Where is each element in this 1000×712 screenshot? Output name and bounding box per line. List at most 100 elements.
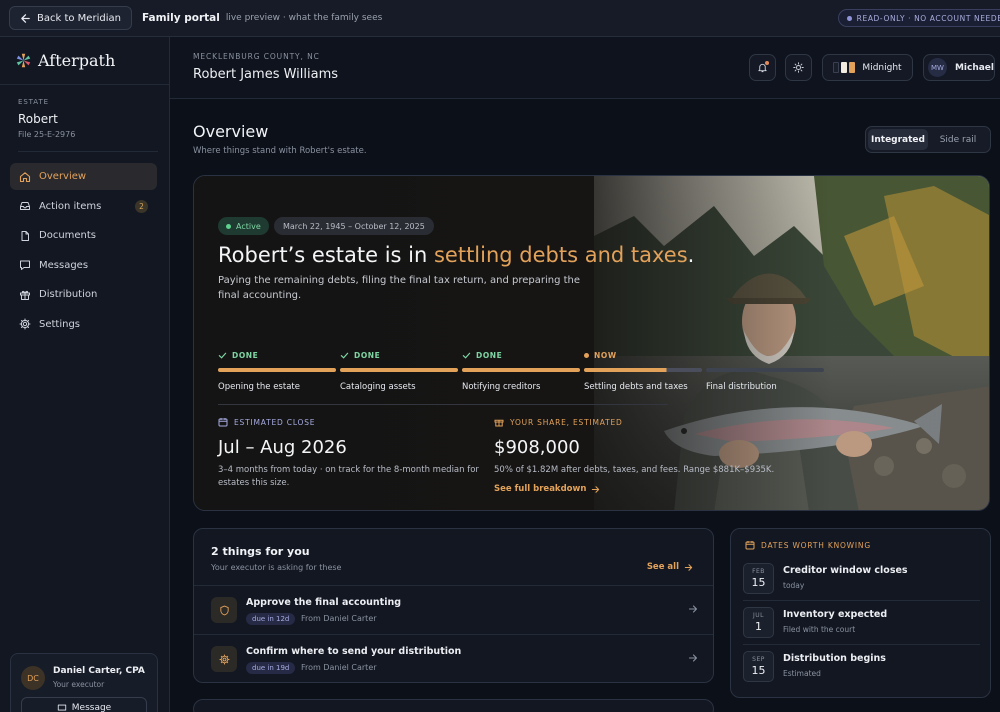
gear-icon	[218, 653, 230, 665]
stage-status	[706, 349, 824, 361]
message-executor-button[interactable]: Message	[21, 697, 147, 712]
theme-selector[interactable]: Midnight	[822, 54, 913, 81]
hero-description: Paying the remaining debts, filing the f…	[218, 275, 581, 301]
executor-avatar: DC	[21, 666, 45, 690]
estate-status-hero: Active March 22, 1945 – October 12, 2025…	[193, 175, 990, 511]
stage-state-label: DONE	[232, 350, 259, 360]
date-note: Estimated	[783, 669, 821, 678]
check-icon	[462, 352, 471, 359]
arrow-right-icon	[688, 654, 698, 662]
sidebar-item-overview[interactable]: Overview	[10, 163, 157, 190]
inbox-icon	[20, 202, 30, 210]
arrow-right-icon	[684, 563, 693, 571]
county-label: MECKLENBURG COUNTY, NC	[193, 52, 320, 61]
document-icon	[21, 230, 29, 241]
back-to-meridian-button[interactable]: Back to Meridian	[9, 6, 132, 30]
stage-progress-bar	[462, 368, 580, 372]
sidebar-item-label: Settings	[39, 318, 81, 330]
see-all-label: See all	[646, 562, 679, 572]
action-item-row[interactable]: Confirm where to send your distribution …	[194, 634, 713, 682]
sidebar-nav: Overview Action items 2 Documents Messag…	[10, 163, 157, 340]
date-title: Distribution begins	[783, 653, 886, 664]
sidebar-divider	[18, 151, 158, 152]
estimated-close-block: ESTIMATED CLOSE Jul – Aug 2026 3–4 month…	[218, 417, 483, 490]
brand-logo[interactable]: Afterpath	[15, 51, 115, 70]
arrow-right-icon	[592, 485, 600, 493]
current-stage-dot-icon	[584, 352, 589, 358]
stage-progress-bar	[340, 368, 458, 372]
action-from: From Daniel Carter	[301, 614, 377, 623]
message-button-label: Message	[71, 703, 112, 712]
user-avatar: MW	[928, 58, 947, 77]
stage-progress-bar	[584, 368, 702, 372]
estimated-close-label-text: ESTIMATED CLOSE	[234, 417, 316, 427]
estate-name: Robert	[18, 112, 58, 126]
due-badge: due in 19d	[246, 662, 296, 674]
date-title: Creditor window closes	[783, 565, 908, 576]
sidebar-item-label: Action items	[39, 200, 102, 212]
page-title: Overview	[193, 122, 269, 141]
date-tile: JUL 1	[743, 607, 774, 638]
sidebar: Afterpath ESTATE Robert File 25-E-2976 O…	[0, 37, 170, 712]
notification-dot-icon	[765, 61, 769, 65]
stage-progress-bar	[218, 368, 336, 372]
stage-status: DONE	[340, 349, 458, 361]
key-date-row: FEB 15 Creditor window closes today	[743, 558, 980, 602]
readonly-badge: READ-ONLY · NO ACCOUNT NEEDED	[838, 9, 1000, 27]
sidebar-divider	[0, 84, 170, 85]
action-item-row[interactable]: Approve the final accounting due in 12d …	[194, 585, 713, 634]
brightness-toggle-button[interactable]	[785, 54, 812, 81]
status-badge: Active	[218, 217, 269, 235]
sidebar-item-label: Distribution	[39, 289, 98, 300]
see-all-link[interactable]: See all	[647, 562, 693, 572]
sidebar-item-messages[interactable]: Messages	[10, 252, 157, 279]
sidebar-item-settings[interactable]: Settings	[10, 311, 157, 338]
action-title: Approve the final accounting	[246, 597, 402, 608]
sun-icon	[793, 62, 804, 73]
key-dates-title: DATES WORTH KNOWING	[745, 540, 871, 550]
estate-label: ESTATE	[18, 98, 49, 106]
stage-state-label: NOW	[594, 350, 617, 360]
your-share-block: YOUR SHARE, ESTIMATED $908,000 50% of $1…	[494, 417, 784, 495]
stage-progress-bar	[706, 368, 824, 372]
arrow-right-icon	[688, 605, 698, 613]
your-share-note: 50% of $1.82M after debts, taxes, and fe…	[494, 465, 775, 475]
user-menu-button[interactable]: MW Michael	[923, 54, 995, 81]
see-full-breakdown-link[interactable]: See full breakdown	[494, 484, 784, 494]
theme-label: Midnight	[862, 62, 902, 73]
page-subtitle: Where things stand with Robert's estate.	[193, 146, 367, 156]
stage-opening-estate: DONE Opening the estate	[218, 349, 336, 392]
brand-name: Afterpath	[38, 51, 116, 70]
sidebar-item-label: Messages	[39, 259, 89, 271]
stage-label: Final distribution	[706, 382, 777, 392]
gift-icon	[20, 290, 30, 300]
action-title: Confirm where to send your distribution	[246, 646, 462, 657]
date-note: Filed with the court	[783, 625, 856, 634]
date-divider	[743, 644, 980, 645]
action-items-subtitle: Your executor is asking for these	[211, 563, 342, 572]
calendar-icon	[218, 418, 228, 427]
notifications-button[interactable]	[749, 54, 776, 81]
status-dot-icon	[847, 15, 852, 21]
executor-card: DC Daniel Carter, CPA Your executor Mess…	[10, 653, 158, 712]
headline-stage: settling debts and taxes	[433, 243, 688, 267]
stage-label: Opening the estate	[218, 382, 300, 392]
action-items-title: 2 things for you	[211, 545, 310, 558]
sidebar-item-action-items[interactable]: Action items 2	[10, 193, 157, 220]
action-icon-box	[211, 646, 237, 672]
gift-icon	[494, 419, 504, 427]
stage-status: DONE	[218, 349, 336, 361]
check-icon	[340, 352, 349, 359]
date-day: 1	[755, 620, 762, 633]
sidebar-item-label: Documents	[39, 230, 97, 241]
status-label: Active	[236, 221, 261, 231]
view-mode-integrated[interactable]: Integrated	[868, 129, 928, 150]
your-share-label: YOUR SHARE, ESTIMATED	[494, 417, 784, 427]
active-dot-icon	[226, 223, 231, 229]
date-day: 15	[751, 576, 766, 589]
view-mode-side-rail[interactable]: Side rail	[928, 129, 988, 150]
headline-suffix: .	[687, 243, 695, 267]
stage-state-label: DONE	[476, 350, 503, 360]
sidebar-item-documents[interactable]: Documents	[10, 222, 157, 249]
sidebar-item-distribution[interactable]: Distribution	[10, 281, 157, 308]
